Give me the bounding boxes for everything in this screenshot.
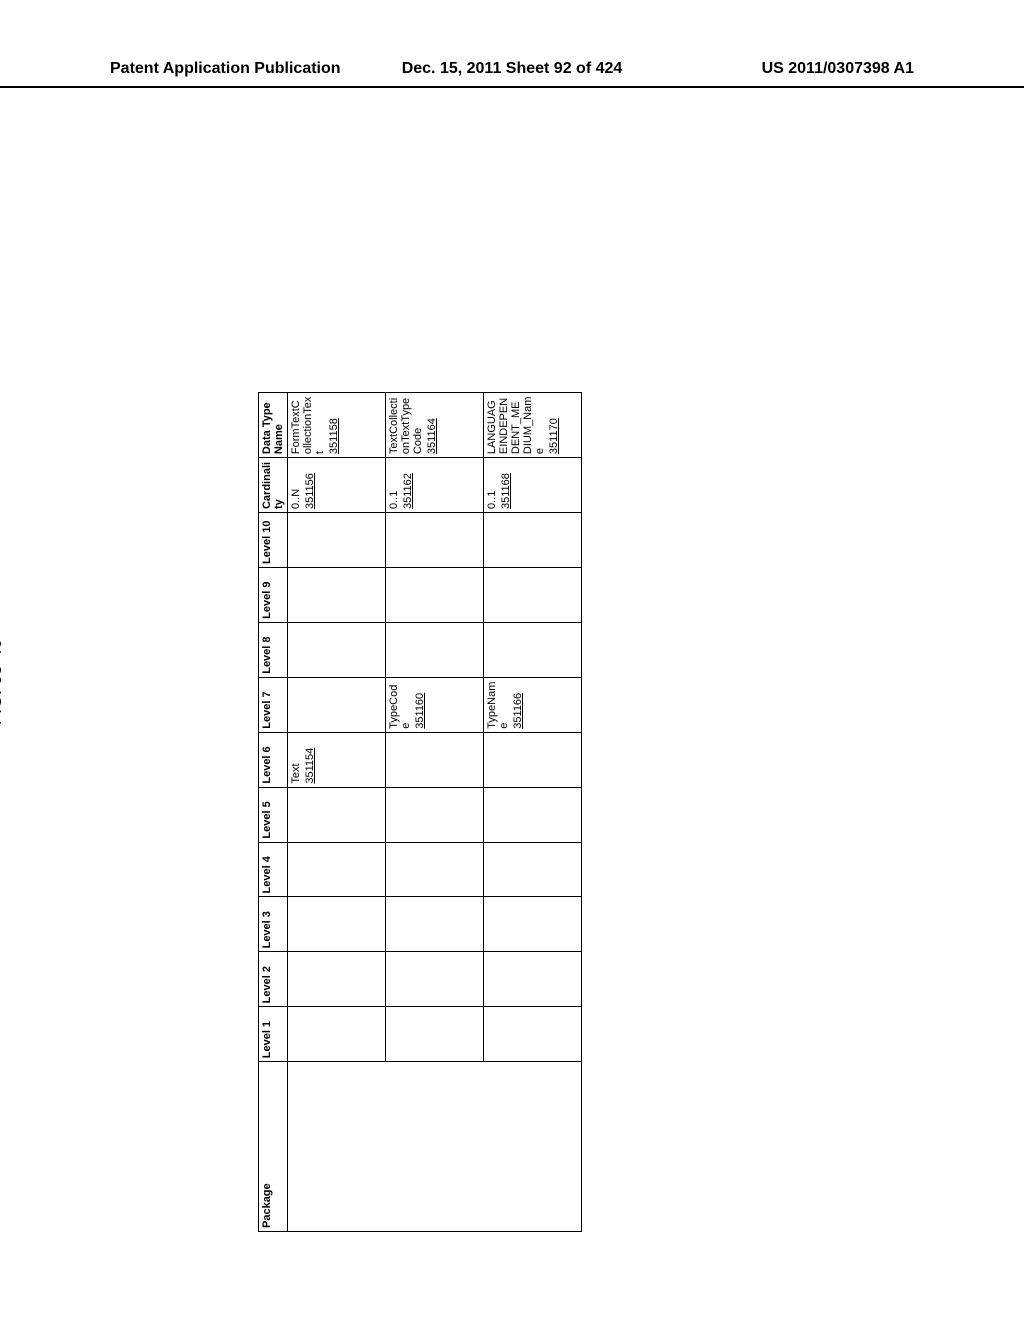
header-center: Dec. 15, 2011 Sheet 92 of 424: [402, 60, 623, 78]
cell-ref: 351162: [402, 461, 414, 509]
th-package: Package: [259, 1062, 288, 1232]
th-level1: Level 1: [259, 1007, 288, 1062]
cell-text: TypeName: [486, 682, 510, 729]
cell-text: 0..1: [388, 491, 400, 509]
cell-text: FormTextCollectionText: [290, 397, 326, 454]
cell-dtn: FormTextCollectionText 351158: [288, 393, 386, 458]
header-left: Patent Application Publication: [110, 60, 341, 78]
header-right: US 2011/0307398 A1: [762, 60, 914, 78]
cell-level6: Text 351154: [288, 732, 386, 787]
th-cardinality: Cardinality: [259, 458, 288, 513]
cell-text: 0..1: [486, 491, 498, 509]
cell-ref: 351154: [304, 736, 316, 784]
data-table: Package Level 1 Level 2 Level 3 Level 4 …: [258, 392, 582, 1232]
cell-ref: 351170: [548, 396, 560, 454]
cell-ref: 351158: [328, 396, 340, 454]
cell-ref: 351156: [304, 461, 316, 509]
figure-area: FIG. 35-46 Package Level 1 Level 2 Level…: [190, 170, 840, 1270]
cell-dtn: TextCollectionTextTypeCode 351164: [386, 393, 484, 458]
cell-level7: TypeCode 351160: [386, 677, 484, 732]
cell-card: 0..N 351156: [288, 458, 386, 513]
cell-card: 0..1 351162: [386, 458, 484, 513]
cell-text: TextCollectionTextTypeCode: [388, 398, 424, 454]
cell-text: 0..N: [290, 489, 302, 509]
th-level5: Level 5: [259, 787, 288, 842]
page-header: Patent Application Publication Dec. 15, …: [0, 0, 1024, 88]
th-level2: Level 2: [259, 952, 288, 1007]
th-level6: Level 6: [259, 732, 288, 787]
th-datatype: Data Type Name: [259, 393, 288, 458]
cell-text: LANGUAGEINDEPENDENT_MEDIUM_Name: [486, 397, 546, 454]
cell-dtn: LANGUAGEINDEPENDENT_MEDIUM_Name 351170: [484, 393, 582, 458]
th-level3: Level 3: [259, 897, 288, 952]
th-level10: Level 10: [259, 513, 288, 568]
cell-ref: 351164: [426, 396, 438, 454]
cell-ref: 351166: [512, 681, 524, 729]
table-row: Text 351154 0..N 351156 FormTextCollecti…: [288, 393, 386, 1232]
th-level8: Level 8: [259, 622, 288, 677]
cell-level7: TypeName 351166: [484, 677, 582, 732]
cell-ref: 351168: [500, 461, 512, 509]
cell-card: 0..1 351168: [484, 458, 582, 513]
table-header-row: Package Level 1 Level 2 Level 3 Level 4 …: [259, 393, 288, 1232]
th-level4: Level 4: [259, 842, 288, 897]
cell-text: TypeCode: [388, 685, 412, 729]
th-level9: Level 9: [259, 567, 288, 622]
cell-text: Text: [290, 763, 302, 783]
th-level7: Level 7: [259, 677, 288, 732]
cell-ref: 351160: [414, 681, 426, 729]
figure-label: FIG. 35-46: [0, 639, 6, 725]
